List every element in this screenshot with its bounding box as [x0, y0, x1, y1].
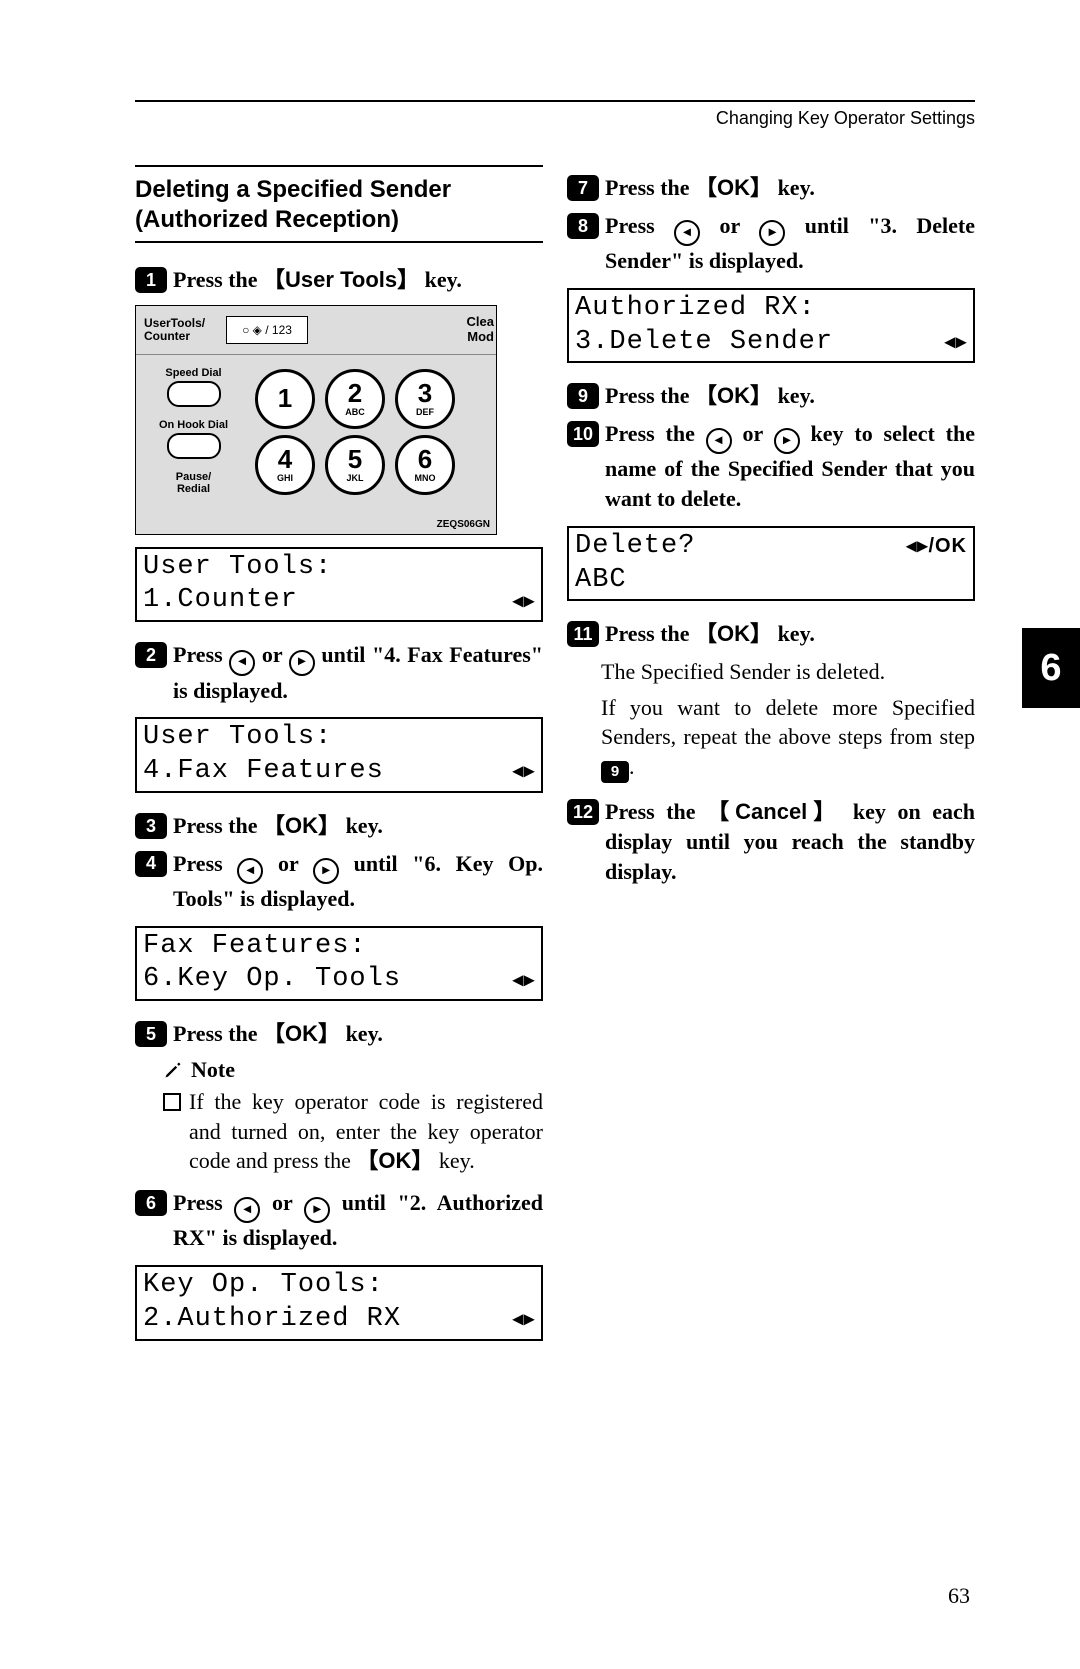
step-11-followup-1: The Specified Sender is deleted.	[601, 657, 975, 687]
step-text: Press the OK key.	[173, 811, 383, 841]
note-text: If the key operator code is registered a…	[189, 1087, 543, 1176]
two-column-layout: Deleting a Specified Sender (Authorized …	[135, 165, 975, 1359]
key-3: 3DEF	[395, 369, 455, 429]
step-11-followup-2: If you want to delete more Specified Sen…	[601, 693, 975, 784]
lcd-step1: User Tools: 1.Counter◂▸	[135, 547, 543, 623]
key-4: 4GHI	[255, 435, 315, 495]
header-rule	[135, 100, 975, 102]
key-6: 6MNO	[395, 435, 455, 495]
left-column: Deleting a Specified Sender (Authorized …	[135, 165, 543, 1359]
cancel-keycap: Cancel	[707, 799, 841, 824]
step-number-badge: 5	[135, 1021, 167, 1047]
ok-keycap: OK	[695, 175, 772, 200]
lcd-step6: Key Op. Tools: 2.Authorized RX◂▸	[135, 1265, 543, 1341]
page: Changing Key Operator Settings Deleting …	[0, 0, 1080, 1419]
step-text: Press ◂ or ▸ until "3. Delete Sender" is…	[605, 211, 975, 276]
step-ref-badge: 9	[601, 761, 629, 783]
left-arrow-icon: ◂	[234, 1197, 260, 1223]
key-1: 1	[255, 369, 315, 429]
lcd-step4: Fax Features: 6.Key Op. Tools◂▸	[135, 926, 543, 1002]
left-right-arrow-icon: ◂▸	[513, 968, 535, 993]
left-right-arrow-icon: ◂▸	[513, 1307, 535, 1332]
arrow-ok-indicator: ◂▸/OK	[906, 534, 967, 559]
step-number-badge: 2	[135, 642, 167, 668]
ok-keycap: OK	[695, 383, 772, 408]
step-2: 2 Press ◂ or ▸ until "4. Fax Features" i…	[135, 640, 543, 705]
step-12: 12 Press the Cancel key on each display …	[567, 797, 975, 886]
keypad-illustration: UserTools/Counter ○ ◈ / 123 CleaMod Spee…	[135, 305, 497, 535]
right-column: 7 Press the OK key. 8 Press ◂ or ▸ until…	[567, 165, 975, 1359]
chapter-thumb-tab: 6	[1022, 628, 1080, 708]
step-1: 1 Press the User Tools key.	[135, 265, 543, 295]
pause-redial-label: Pause/Redial	[136, 471, 251, 495]
left-right-arrow-icon: ◂▸	[513, 759, 535, 784]
right-arrow-icon: ▸	[304, 1197, 330, 1223]
left-arrow-icon: ◂	[237, 858, 263, 884]
step-9: 9 Press the OK key.	[567, 381, 975, 411]
left-right-arrow-icon: ◂▸	[513, 589, 535, 614]
ok-keycap: OK	[263, 813, 340, 838]
lcd-step10: Delete?◂▸/OK ABC	[567, 526, 975, 602]
pencil-icon	[163, 1060, 183, 1080]
step-text: Press the ◂ or ▸ key to select the name …	[605, 419, 975, 514]
left-arrow-icon: ◂	[229, 650, 255, 676]
note-bullet-icon	[163, 1093, 181, 1111]
ok-keycap: OK	[695, 621, 772, 646]
step-number-badge: 10	[567, 421, 599, 447]
keypad-usertools-label: UserTools/Counter	[136, 313, 226, 347]
step-4: 4 Press ◂ or ▸ until "6. Key Op. Tools" …	[135, 849, 543, 914]
note-heading: Note	[163, 1057, 543, 1083]
user-tools-keycap: User Tools	[263, 267, 419, 292]
step-number-badge: 9	[567, 383, 599, 409]
step-text: Press the Cancel key on each display unt…	[605, 797, 975, 886]
step-number-badge: 12	[567, 799, 599, 825]
running-header: Changing Key Operator Settings	[135, 108, 975, 129]
step-number-badge: 3	[135, 813, 167, 839]
step-text: Press the User Tools key.	[173, 265, 462, 295]
step-3: 3 Press the OK key.	[135, 811, 543, 841]
step-text: Press ◂ or ▸ until "4. Fax Features" is …	[173, 640, 543, 705]
on-hook-dial-label: On Hook Dial	[136, 419, 251, 459]
left-right-arrow-icon: ◂▸	[945, 330, 967, 355]
ok-keycap: OK	[263, 1021, 340, 1046]
step-11: 11 Press the OK key.	[567, 619, 975, 649]
note-item: If the key operator code is registered a…	[163, 1087, 543, 1176]
step-text: Press the OK key.	[605, 619, 815, 649]
step-text: Press the OK key.	[605, 381, 815, 411]
left-arrow-icon: ◂	[706, 428, 732, 454]
step-number-badge: 6	[135, 1190, 167, 1216]
keypad-clear-label: CleaMod	[467, 315, 496, 344]
right-arrow-icon: ▸	[289, 650, 315, 676]
key-5: 5JKL	[325, 435, 385, 495]
step-number-badge: 7	[567, 175, 599, 201]
step-text: Press ◂ or ▸ until "2. Authorized RX" is…	[173, 1188, 543, 1253]
step-10: 10 Press the ◂ or ▸ key to select the na…	[567, 419, 975, 514]
step-text: Press the OK key.	[173, 1019, 383, 1049]
ok-keycap: OK	[356, 1148, 433, 1173]
step-number-badge: 1	[135, 267, 167, 293]
right-arrow-icon: ▸	[774, 428, 800, 454]
speed-dial-label: Speed Dial	[136, 367, 251, 407]
keypad-display-icon: ○ ◈ / 123	[226, 316, 308, 344]
section-title: Deleting a Specified Sender (Authorized …	[135, 165, 543, 243]
lcd-step2: User Tools: 4.Fax Features◂▸	[135, 717, 543, 793]
left-arrow-icon: ◂	[674, 220, 700, 246]
illustration-ref: ZEQS06GN	[437, 519, 490, 530]
step-text: Press the OK key.	[605, 173, 815, 203]
key-2: 2ABC	[325, 369, 385, 429]
page-number: 63	[948, 1583, 970, 1609]
step-number-badge: 4	[135, 851, 167, 877]
step-number-badge: 11	[567, 621, 599, 647]
step-7: 7 Press the OK key.	[567, 173, 975, 203]
step-text: Press ◂ or ▸ until "6. Key Op. Tools" is…	[173, 849, 543, 914]
lcd-step8: Authorized RX: 3.Delete Sender◂▸	[567, 288, 975, 364]
right-arrow-icon: ▸	[759, 220, 785, 246]
step-number-badge: 8	[567, 213, 599, 239]
right-arrow-icon: ▸	[313, 858, 339, 884]
step-6: 6 Press ◂ or ▸ until "2. Authorized RX" …	[135, 1188, 543, 1253]
step-5: 5 Press the OK key.	[135, 1019, 543, 1049]
step-8: 8 Press ◂ or ▸ until "3. Delete Sender" …	[567, 211, 975, 276]
